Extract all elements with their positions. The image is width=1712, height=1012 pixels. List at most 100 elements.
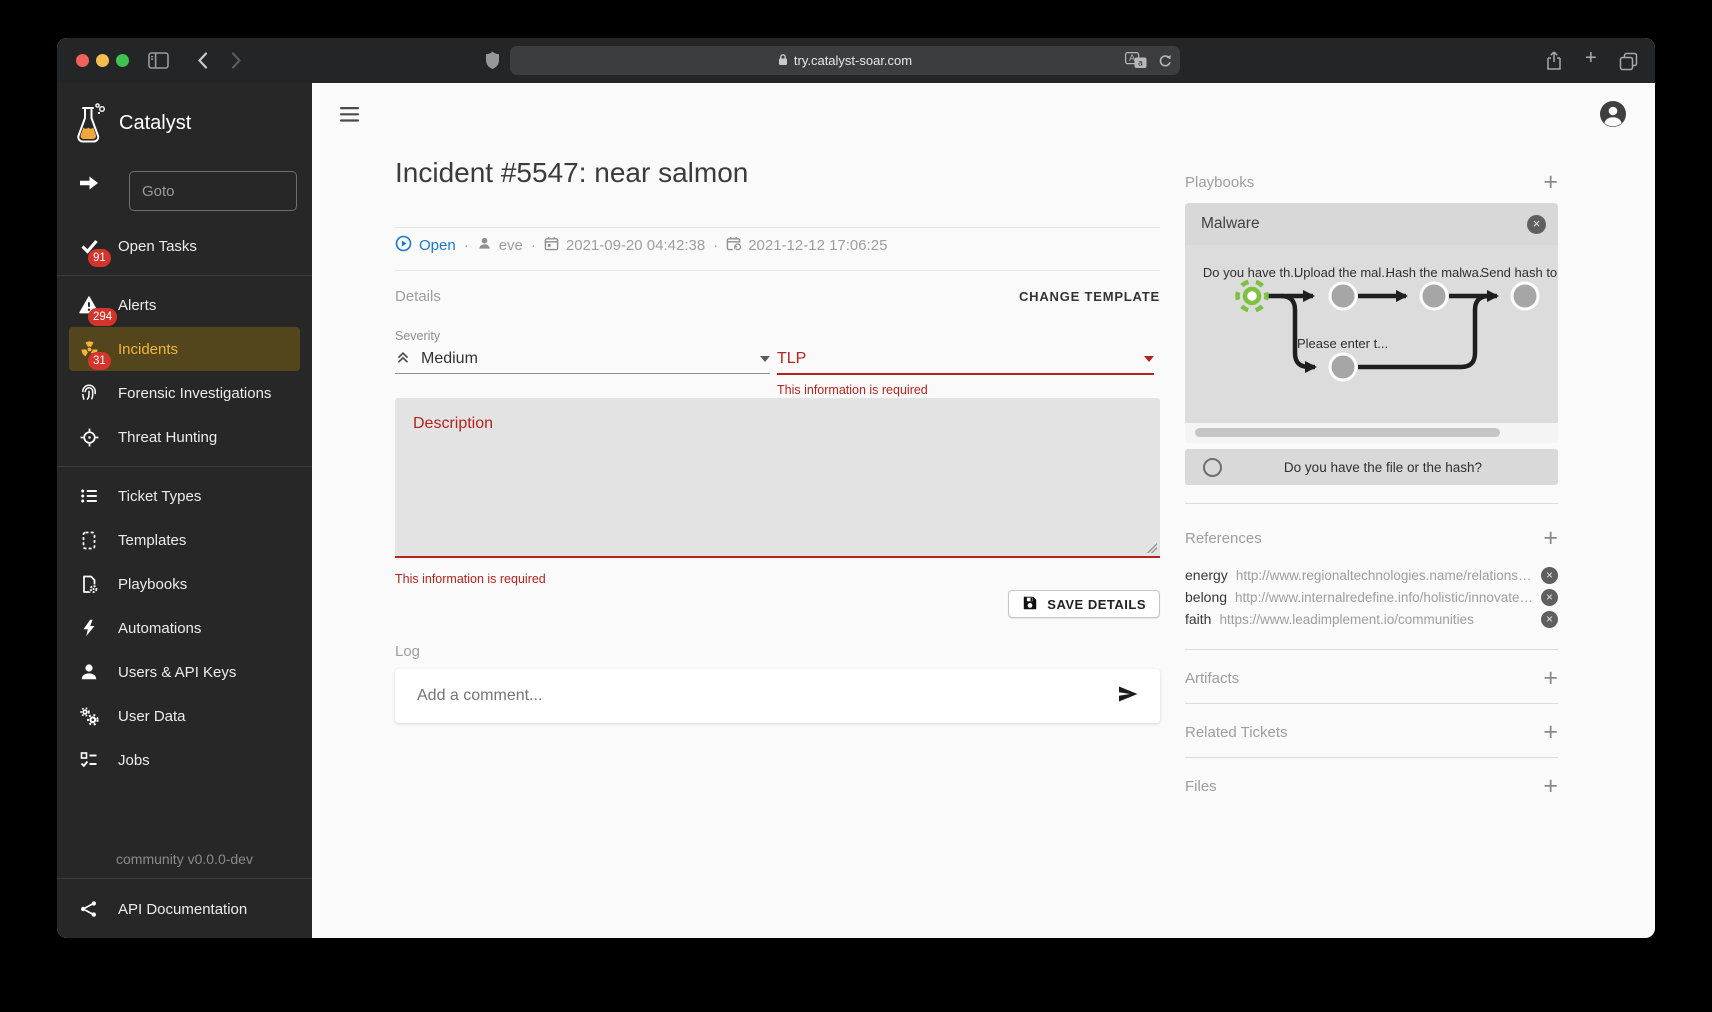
playbook-scrollbar[interactable] xyxy=(1195,428,1500,437)
playbook-flowchart[interactable]: Do you have th... Upload the mal... Hash… xyxy=(1185,245,1558,423)
files-header: Files + xyxy=(1185,771,1558,801)
modified-timestamp: 2021-12-12 17:06:25 xyxy=(748,237,887,254)
close-playbook-button[interactable]: × xyxy=(1527,215,1546,234)
minimize-window-button[interactable] xyxy=(96,54,109,67)
address-bar[interactable]: try.catalyst-soar.com Aa xyxy=(510,46,1180,75)
sidebar-item-alerts[interactable]: 294 Alerts xyxy=(57,283,312,327)
crosshair-icon xyxy=(77,425,101,449)
save-details-button[interactable]: SAVE DETAILS xyxy=(1008,590,1160,618)
add-file-button[interactable]: + xyxy=(1543,775,1558,797)
gears-icon xyxy=(77,704,101,728)
incidents-badge: 31 xyxy=(88,352,111,370)
sidebar: Catalyst 91 Open Tasks 294 xyxy=(57,83,312,938)
created-timestamp: 2021-09-20 04:42:38 xyxy=(566,237,705,254)
tlp-underline xyxy=(777,373,1154,375)
tlp-required-message: This information is required xyxy=(777,383,928,397)
sidebar-item-users-api-keys[interactable]: Users & API Keys xyxy=(57,650,312,694)
sidebar-item-api-documentation[interactable]: API Documentation xyxy=(57,887,312,931)
owner-name: eve xyxy=(499,237,523,254)
catalyst-flask-logo-icon xyxy=(75,101,109,152)
close-window-button[interactable] xyxy=(76,54,89,67)
main-content: Incident #5547: near salmon Open · xyxy=(312,83,1655,938)
files-section-label: Files xyxy=(1185,778,1217,795)
sidebar-item-threat-hunting[interactable]: Threat Hunting xyxy=(57,415,312,459)
tab-overview-icon[interactable] xyxy=(1619,52,1638,76)
owner: eve xyxy=(477,236,523,255)
sidebar-nav: 91 Open Tasks 294 Alerts xyxy=(57,224,312,782)
share-icon[interactable] xyxy=(1546,51,1562,76)
playbook-card-header: Malware × xyxy=(1185,203,1558,245)
sidebar-item-ticket-types[interactable]: Ticket Types xyxy=(57,474,312,518)
sidebar-item-user-data[interactable]: User Data xyxy=(57,694,312,738)
resize-handle[interactable] xyxy=(1147,543,1157,553)
related-tickets-section-label: Related Tickets xyxy=(1185,724,1288,741)
reload-icon[interactable] xyxy=(1157,53,1172,72)
add-artifact-button[interactable]: + xyxy=(1543,667,1558,689)
chevron-down-icon xyxy=(1144,356,1154,367)
share-nodes-icon xyxy=(77,897,101,921)
sidebar-item-playbooks[interactable]: Playbooks xyxy=(57,562,312,606)
reference-url[interactable]: https://www.leadimplement.io/communities xyxy=(1219,612,1533,627)
user-avatar[interactable] xyxy=(1600,101,1626,127)
tlp-select[interactable]: TLP xyxy=(777,346,1154,372)
separator: · xyxy=(531,237,536,254)
forward-button-icon[interactable] xyxy=(231,52,242,74)
sidebar-item-forensic-investigations[interactable]: Forensic Investigations xyxy=(57,371,312,415)
playbook-card: Malware × Do you have th... Upload the m… xyxy=(1185,203,1558,443)
add-playbook-button[interactable]: + xyxy=(1543,171,1558,193)
remove-reference-button[interactable]: × xyxy=(1541,589,1558,606)
double-chevron-up-icon xyxy=(395,349,411,370)
reference-url[interactable]: http://www.internalredefine.info/holisti… xyxy=(1235,590,1533,605)
save-floppy-icon xyxy=(1022,595,1038,614)
comment-input[interactable] xyxy=(415,686,1116,706)
add-reference-button[interactable]: + xyxy=(1543,527,1558,549)
severity-select[interactable]: Medium xyxy=(395,346,770,372)
sidebar-item-automations[interactable]: Automations xyxy=(57,606,312,650)
related-tickets-header: Related Tickets + xyxy=(1185,717,1558,747)
divider xyxy=(1185,757,1558,758)
privacy-shield-icon[interactable] xyxy=(485,51,500,75)
sidebar-item-jobs[interactable]: Jobs xyxy=(57,738,312,782)
dashed-file-icon xyxy=(77,528,101,552)
translate-icon[interactable]: Aa xyxy=(1125,52,1147,72)
browser-chrome: try.catalyst-soar.com Aa + xyxy=(57,38,1655,83)
goto-input[interactable] xyxy=(129,171,297,211)
new-tab-icon[interactable]: + xyxy=(1585,47,1597,70)
chevron-down-icon xyxy=(760,356,770,367)
calendar-icon xyxy=(544,236,559,255)
remove-reference-button[interactable]: × xyxy=(1541,611,1558,628)
menu-hamburger-icon[interactable] xyxy=(340,106,360,128)
checklist-icon xyxy=(77,748,101,772)
zoom-window-button[interactable] xyxy=(116,54,129,67)
url-text: try.catalyst-soar.com xyxy=(794,53,912,68)
reference-row: faith https://www.leadimplement.io/commu… xyxy=(1185,609,1558,629)
artifacts-header: Artifacts + xyxy=(1185,663,1558,693)
task-radio[interactable] xyxy=(1203,458,1222,477)
incident-meta-row: Open · eve · 2021-09-20 04:42: xyxy=(395,235,887,256)
divider xyxy=(395,227,1160,228)
change-template-button[interactable]: CHANGE TEMPLATE xyxy=(1019,289,1160,304)
reference-key: belong xyxy=(1185,589,1227,605)
sidebar-item-open-tasks[interactable]: 91 Open Tasks xyxy=(57,224,312,268)
sidebar-toggle-icon[interactable] xyxy=(148,52,169,74)
owner-person-icon xyxy=(477,236,492,255)
sidebar-item-templates[interactable]: Templates xyxy=(57,518,312,562)
remove-reference-button[interactable]: × xyxy=(1541,567,1558,584)
status-open[interactable]: Open xyxy=(395,235,456,256)
save-row: SAVE DETAILS xyxy=(395,590,1160,618)
severity-underline xyxy=(395,373,770,374)
description-required-message: This information is required xyxy=(395,572,546,586)
app-version: community v0.0.0-dev xyxy=(57,851,312,867)
sidebar-item-incidents[interactable]: 31 Incidents xyxy=(69,327,300,371)
back-button-icon[interactable] xyxy=(197,52,208,74)
description-textarea[interactable]: Description xyxy=(395,398,1160,558)
playbooks-section-label: Playbooks xyxy=(1185,174,1254,191)
add-related-ticket-button[interactable]: + xyxy=(1543,721,1558,743)
reference-url[interactable]: http://www.regionaltechnologies.name/rel… xyxy=(1236,568,1533,583)
playbook-title: Malware xyxy=(1201,215,1260,233)
reference-row: belong http://www.internalredefine.info/… xyxy=(1185,587,1558,607)
severity-field-label: Severity xyxy=(395,329,440,343)
playbook-task-row[interactable]: Do you have the file or the hash? xyxy=(1185,449,1558,485)
send-icon[interactable] xyxy=(1116,682,1140,711)
reference-row: energy http://www.regionaltechnologies.n… xyxy=(1185,565,1558,585)
